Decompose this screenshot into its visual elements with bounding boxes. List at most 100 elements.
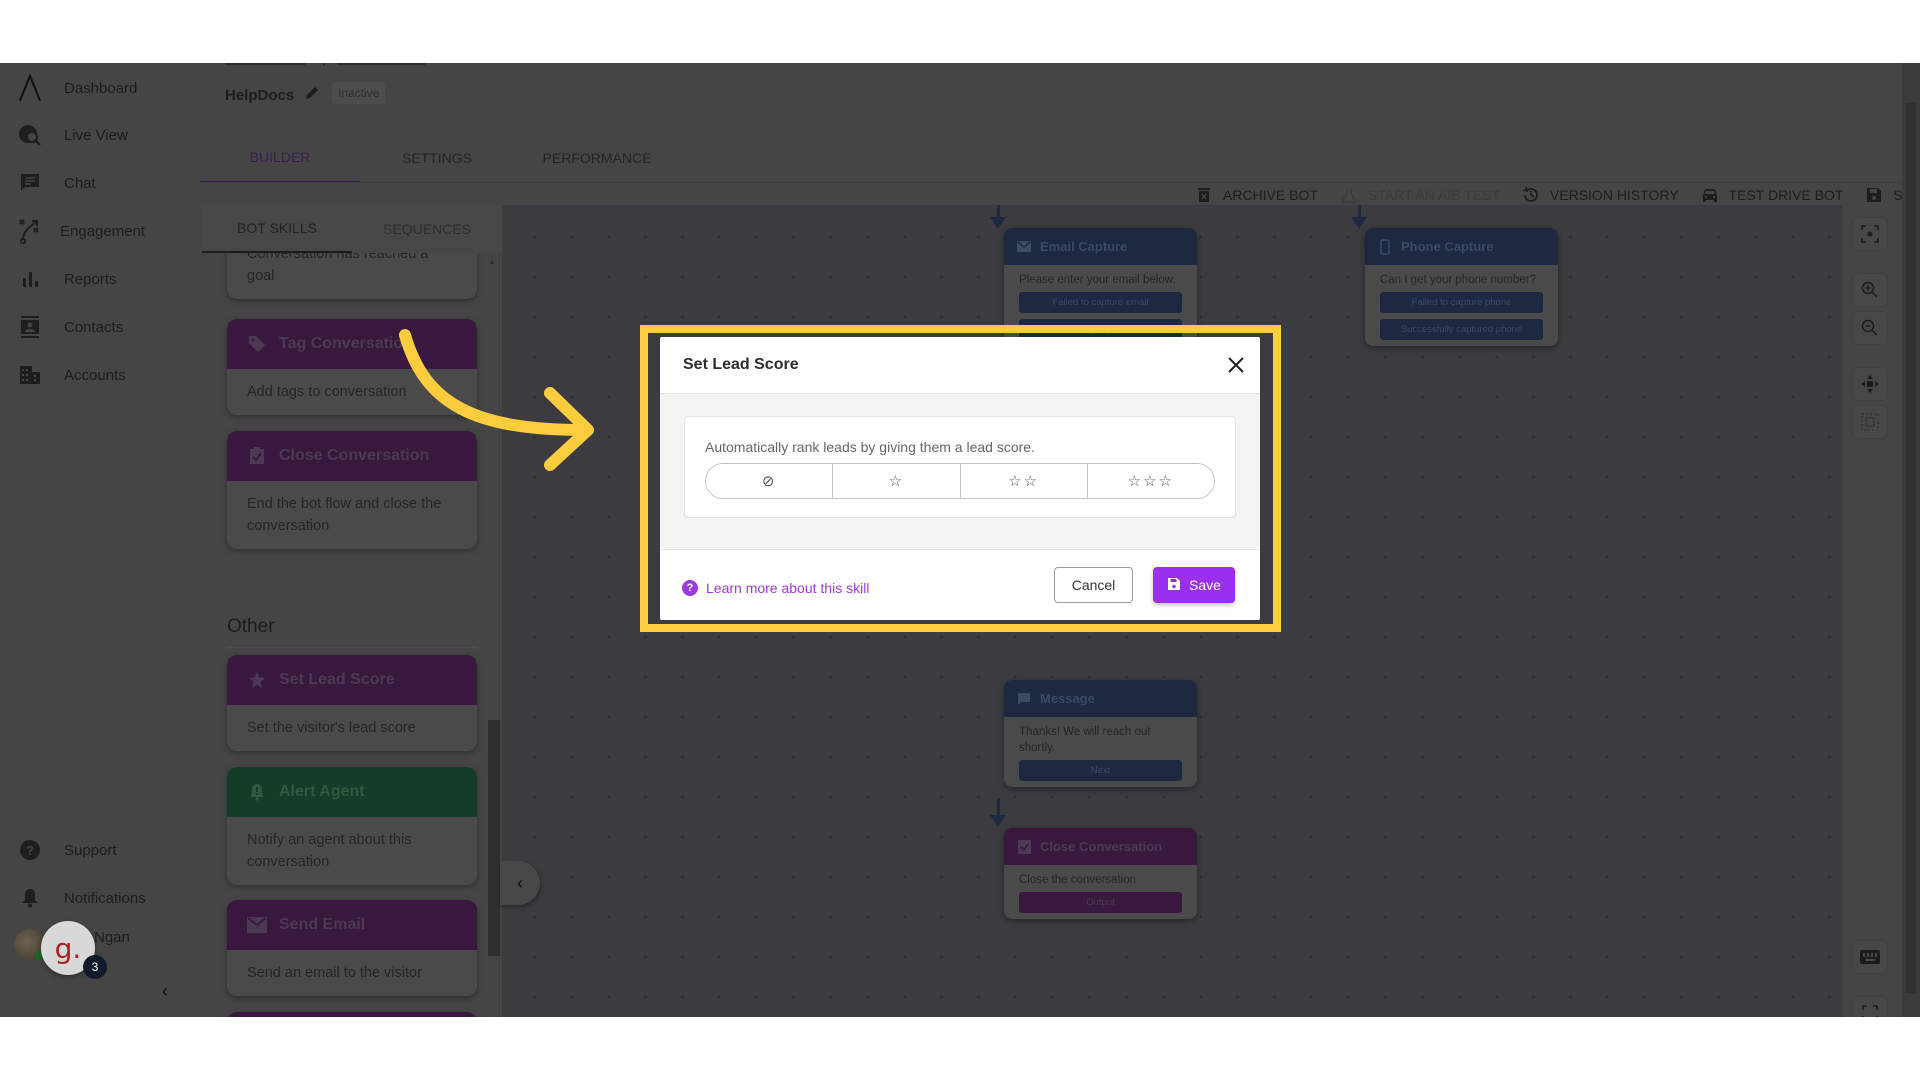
cancel-button[interactable]: Cancel bbox=[1054, 567, 1133, 603]
score-option-none[interactable]: ⊘ bbox=[706, 464, 834, 498]
zoom-out-icon[interactable] bbox=[1852, 311, 1888, 345]
nav-label: Engagement bbox=[60, 222, 146, 240]
nav-item-chat[interactable]: Chat bbox=[0, 163, 200, 203]
dialog-header: Set Lead Score bbox=[660, 337, 1260, 394]
flow-node-close-conversation[interactable]: Close Conversation Close the conversatio… bbox=[1004, 828, 1197, 919]
skill-header: Create Contact bbox=[227, 1012, 477, 1017]
save-label: Save bbox=[1189, 577, 1221, 593]
node-title: Email Capture bbox=[1040, 239, 1128, 254]
section-divider bbox=[227, 647, 477, 648]
archive-bot-button[interactable]: ARCHIVE BOT bbox=[1195, 186, 1318, 204]
nav-label: Chat bbox=[64, 174, 96, 192]
score-option-three-stars[interactable]: ☆☆☆ bbox=[1087, 464, 1214, 498]
collapse-nav-button[interactable]: ‹ bbox=[162, 981, 168, 1002]
connector-arrow-icon bbox=[1351, 217, 1367, 229]
nav-item-notifications[interactable]: Notifications bbox=[0, 878, 200, 918]
tab-builder[interactable]: BUILDER bbox=[200, 133, 360, 183]
nav-label: Accounts bbox=[64, 366, 126, 384]
strategy-icon bbox=[18, 219, 42, 244]
no-score-icon: ⊘ bbox=[761, 473, 777, 490]
lead-score-selector: ⊘ ☆ ☆☆ ☆☆☆ bbox=[705, 463, 1215, 499]
trash-icon bbox=[1195, 186, 1213, 204]
skill-desc: Set the visitor's lead score bbox=[247, 720, 416, 736]
star-outline-icon: ☆☆☆ bbox=[1127, 473, 1175, 490]
keyboard-icon[interactable] bbox=[1852, 940, 1888, 974]
nav-label: Dashboard bbox=[64, 79, 138, 97]
test-drive-bot-button[interactable]: TEST DRIVE BOT bbox=[1701, 186, 1844, 204]
skill-desc: Notify an agent about this conversation bbox=[247, 832, 412, 870]
star-outline-icon: ☆☆ bbox=[1008, 473, 1040, 490]
node-title: Phone Capture bbox=[1401, 239, 1494, 254]
close-icon[interactable] bbox=[1222, 351, 1250, 379]
phone-icon bbox=[1377, 238, 1393, 255]
nav-item-contacts[interactable]: Contacts bbox=[0, 307, 200, 347]
user-name[interactable]: Ngan bbox=[94, 929, 130, 946]
bell-alert-icon bbox=[247, 783, 267, 801]
floppy-icon bbox=[1167, 577, 1181, 594]
tab-sequences[interactable]: SEQUENCES bbox=[352, 205, 502, 253]
help-circle-icon: ? bbox=[18, 838, 42, 862]
skill-card-set-lead-score[interactable]: Set Lead Score Set the visitor's lead sc… bbox=[227, 655, 477, 751]
skills-scrollbar-thumb[interactable] bbox=[488, 720, 500, 956]
envelope-icon bbox=[247, 917, 267, 933]
learn-more-link[interactable]: ? Learn more about this skill bbox=[682, 580, 869, 596]
building-icon bbox=[18, 363, 42, 387]
car-icon bbox=[1701, 186, 1719, 204]
nav-item-reports[interactable]: Reports bbox=[0, 259, 200, 299]
dialog-title: Set Lead Score bbox=[683, 356, 799, 373]
node-output-button[interactable]: Successfully captured phone bbox=[1380, 319, 1543, 340]
node-output-button[interactable]: Failed to capture phone bbox=[1380, 292, 1543, 313]
nav-item-live-view[interactable]: Live View bbox=[0, 115, 200, 155]
connector-arrow-icon bbox=[990, 217, 1006, 229]
nav-item-support[interactable]: ? Support bbox=[0, 830, 200, 870]
toolbar-label: ARCHIVE BOT bbox=[1223, 187, 1318, 203]
node-header: Close Conversation bbox=[1004, 828, 1197, 865]
tab-label: BOT SKILLS bbox=[237, 220, 317, 236]
node-output-button[interactable]: Next bbox=[1019, 760, 1182, 781]
node-text: Can I get your phone number? bbox=[1380, 274, 1536, 286]
focus-icon[interactable] bbox=[1852, 217, 1888, 251]
score-option-one-star[interactable]: ☆ bbox=[833, 464, 961, 498]
flow-node-phone-capture[interactable]: Phone Capture Can I get your phone numbe… bbox=[1365, 228, 1558, 346]
tab-performance[interactable]: PERFORMANCE bbox=[517, 133, 677, 183]
toolbar-label: TEST DRIVE BOT bbox=[1728, 187, 1844, 203]
dialog-body: Automatically rank leads by giving them … bbox=[660, 394, 1260, 550]
logo-caret-icon bbox=[18, 73, 42, 102]
edit-pencil-icon[interactable] bbox=[304, 85, 320, 105]
skill-title: Tag Conversation bbox=[279, 335, 413, 352]
bell-icon bbox=[18, 886, 42, 910]
node-title: Message bbox=[1040, 691, 1095, 706]
skill-header: Set Lead Score bbox=[227, 655, 477, 705]
flow-node-message[interactable]: Message Thanks! We will reach out shortl… bbox=[1004, 680, 1197, 787]
skill-card-alert-agent[interactable]: Alert Agent Notify an agent about this c… bbox=[227, 767, 477, 885]
select-area-icon[interactable] bbox=[1852, 405, 1888, 439]
contact-card-icon bbox=[18, 315, 42, 339]
assistant-badge-count: 3 bbox=[83, 955, 107, 979]
skill-card-send-email[interactable]: Send Email Send an email to the visitor bbox=[227, 900, 477, 996]
annotation-arrow-icon bbox=[399, 329, 594, 471]
start-ab-test-button[interactable]: START AN A/B TEST bbox=[1340, 186, 1500, 204]
score-option-two-stars[interactable]: ☆☆ bbox=[960, 464, 1088, 498]
page-scrollbar-thumb[interactable] bbox=[1906, 103, 1916, 993]
nav-item-dashboard[interactable]: Dashboard bbox=[0, 68, 200, 108]
node-header: Email Capture bbox=[1004, 228, 1197, 265]
nav-label: Live View bbox=[64, 126, 128, 144]
move-icon[interactable] bbox=[1852, 367, 1888, 401]
nav-item-accounts[interactable]: Accounts bbox=[0, 355, 200, 395]
nav-item-engagement[interactable]: Engagement bbox=[0, 211, 200, 251]
node-output-button[interactable]: Output bbox=[1019, 892, 1182, 913]
node-output-button[interactable]: Failed to capture email bbox=[1019, 292, 1182, 313]
tab-settings[interactable]: SETTINGS bbox=[357, 133, 517, 183]
fullscreen-icon[interactable] bbox=[1852, 996, 1888, 1017]
envelope-icon bbox=[1016, 241, 1032, 252]
breadcrumb bbox=[225, 63, 425, 67]
node-title: Close Conversation bbox=[1040, 839, 1163, 854]
connector-line bbox=[997, 205, 1000, 217]
save-button[interactable]: Save bbox=[1153, 567, 1235, 603]
skill-card-create-contact[interactable]: Create Contact bbox=[227, 1012, 477, 1017]
version-history-button[interactable]: VERSION HISTORY bbox=[1522, 186, 1679, 204]
tab-bot-skills[interactable]: BOT SKILLS bbox=[202, 205, 352, 253]
svg-text:?: ? bbox=[26, 843, 34, 858]
clipboard-check-icon bbox=[247, 447, 267, 465]
zoom-in-icon[interactable] bbox=[1852, 273, 1888, 307]
